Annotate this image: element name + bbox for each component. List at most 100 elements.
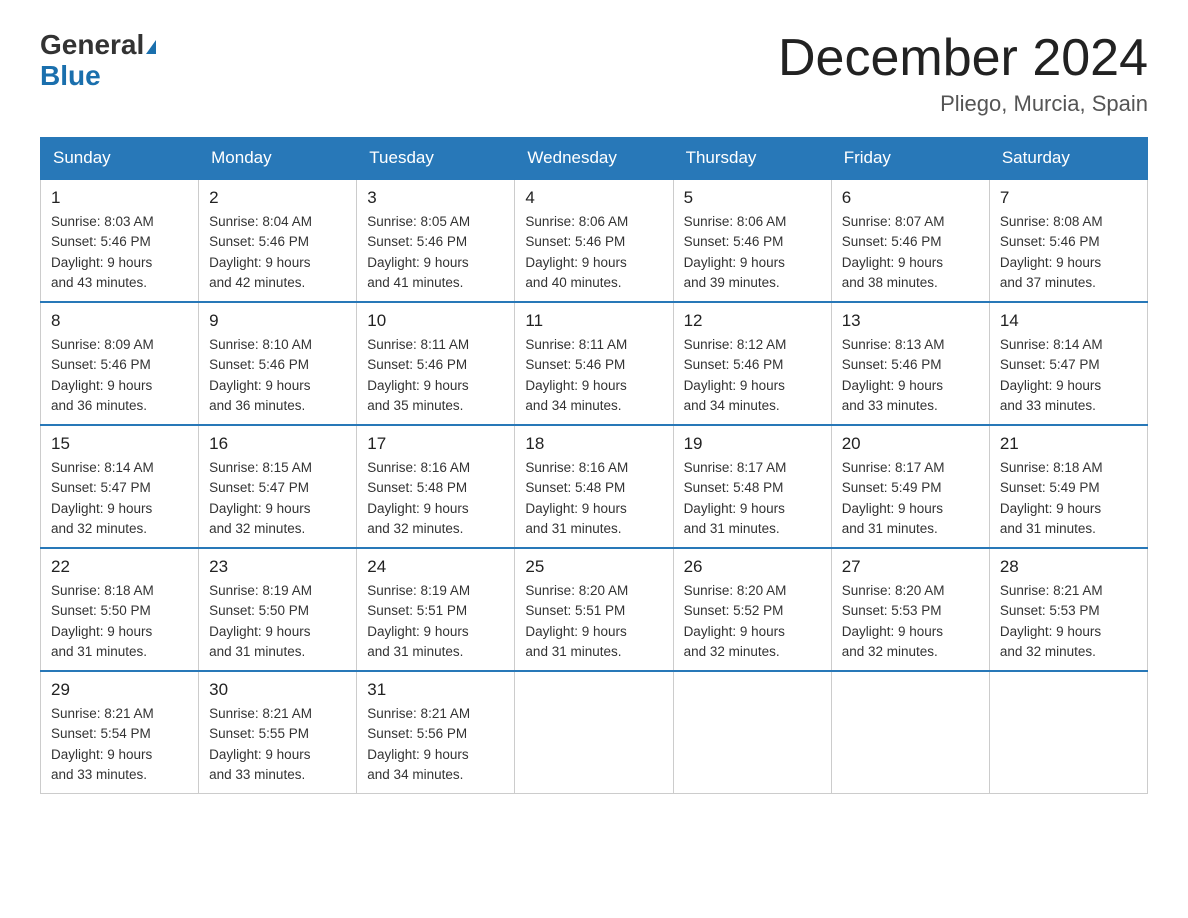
calendar-cell bbox=[989, 671, 1147, 794]
page-header: General Blue December 2024 Pliego, Murci… bbox=[40, 30, 1148, 117]
day-number: 30 bbox=[209, 680, 346, 700]
col-header-monday: Monday bbox=[199, 138, 357, 180]
calendar-cell: 17 Sunrise: 8:16 AM Sunset: 5:48 PM Dayl… bbox=[357, 425, 515, 548]
day-number: 17 bbox=[367, 434, 504, 454]
day-number: 20 bbox=[842, 434, 979, 454]
calendar-cell: 2 Sunrise: 8:04 AM Sunset: 5:46 PM Dayli… bbox=[199, 179, 357, 302]
calendar-cell: 28 Sunrise: 8:21 AM Sunset: 5:53 PM Dayl… bbox=[989, 548, 1147, 671]
day-number: 27 bbox=[842, 557, 979, 577]
day-number: 9 bbox=[209, 311, 346, 331]
day-info: Sunrise: 8:09 AM Sunset: 5:46 PM Dayligh… bbox=[51, 335, 188, 416]
calendar-cell: 27 Sunrise: 8:20 AM Sunset: 5:53 PM Dayl… bbox=[831, 548, 989, 671]
day-info: Sunrise: 8:04 AM Sunset: 5:46 PM Dayligh… bbox=[209, 212, 346, 293]
day-number: 5 bbox=[684, 188, 821, 208]
day-info: Sunrise: 8:20 AM Sunset: 5:53 PM Dayligh… bbox=[842, 581, 979, 662]
day-info: Sunrise: 8:17 AM Sunset: 5:48 PM Dayligh… bbox=[684, 458, 821, 539]
day-number: 24 bbox=[367, 557, 504, 577]
day-number: 25 bbox=[525, 557, 662, 577]
day-info: Sunrise: 8:20 AM Sunset: 5:52 PM Dayligh… bbox=[684, 581, 821, 662]
calendar-title: December 2024 bbox=[778, 30, 1148, 87]
logo: General Blue bbox=[40, 30, 156, 92]
calendar-cell: 18 Sunrise: 8:16 AM Sunset: 5:48 PM Dayl… bbox=[515, 425, 673, 548]
day-number: 28 bbox=[1000, 557, 1137, 577]
day-info: Sunrise: 8:10 AM Sunset: 5:46 PM Dayligh… bbox=[209, 335, 346, 416]
calendar-cell: 5 Sunrise: 8:06 AM Sunset: 5:46 PM Dayli… bbox=[673, 179, 831, 302]
calendar-cell: 16 Sunrise: 8:15 AM Sunset: 5:47 PM Dayl… bbox=[199, 425, 357, 548]
col-header-friday: Friday bbox=[831, 138, 989, 180]
day-info: Sunrise: 8:19 AM Sunset: 5:51 PM Dayligh… bbox=[367, 581, 504, 662]
col-header-saturday: Saturday bbox=[989, 138, 1147, 180]
logo-blue-text: Blue bbox=[40, 60, 101, 91]
calendar-cell bbox=[673, 671, 831, 794]
day-info: Sunrise: 8:20 AM Sunset: 5:51 PM Dayligh… bbox=[525, 581, 662, 662]
day-number: 8 bbox=[51, 311, 188, 331]
calendar-cell: 8 Sunrise: 8:09 AM Sunset: 5:46 PM Dayli… bbox=[41, 302, 199, 425]
day-info: Sunrise: 8:21 AM Sunset: 5:54 PM Dayligh… bbox=[51, 704, 188, 785]
day-number: 21 bbox=[1000, 434, 1137, 454]
day-info: Sunrise: 8:12 AM Sunset: 5:46 PM Dayligh… bbox=[684, 335, 821, 416]
calendar-cell: 15 Sunrise: 8:14 AM Sunset: 5:47 PM Dayl… bbox=[41, 425, 199, 548]
day-info: Sunrise: 8:05 AM Sunset: 5:46 PM Dayligh… bbox=[367, 212, 504, 293]
calendar-cell: 21 Sunrise: 8:18 AM Sunset: 5:49 PM Dayl… bbox=[989, 425, 1147, 548]
day-number: 19 bbox=[684, 434, 821, 454]
logo-triangle-icon bbox=[146, 40, 156, 54]
day-info: Sunrise: 8:07 AM Sunset: 5:46 PM Dayligh… bbox=[842, 212, 979, 293]
day-number: 15 bbox=[51, 434, 188, 454]
calendar-cell: 23 Sunrise: 8:19 AM Sunset: 5:50 PM Dayl… bbox=[199, 548, 357, 671]
calendar-table: SundayMondayTuesdayWednesdayThursdayFrid… bbox=[40, 137, 1148, 794]
calendar-cell: 14 Sunrise: 8:14 AM Sunset: 5:47 PM Dayl… bbox=[989, 302, 1147, 425]
calendar-cell: 26 Sunrise: 8:20 AM Sunset: 5:52 PM Dayl… bbox=[673, 548, 831, 671]
calendar-cell: 13 Sunrise: 8:13 AM Sunset: 5:46 PM Dayl… bbox=[831, 302, 989, 425]
day-info: Sunrise: 8:06 AM Sunset: 5:46 PM Dayligh… bbox=[684, 212, 821, 293]
day-number: 10 bbox=[367, 311, 504, 331]
day-info: Sunrise: 8:18 AM Sunset: 5:49 PM Dayligh… bbox=[1000, 458, 1137, 539]
day-number: 26 bbox=[684, 557, 821, 577]
calendar-week-row: 22 Sunrise: 8:18 AM Sunset: 5:50 PM Dayl… bbox=[41, 548, 1148, 671]
day-info: Sunrise: 8:21 AM Sunset: 5:55 PM Dayligh… bbox=[209, 704, 346, 785]
day-info: Sunrise: 8:18 AM Sunset: 5:50 PM Dayligh… bbox=[51, 581, 188, 662]
calendar-cell: 3 Sunrise: 8:05 AM Sunset: 5:46 PM Dayli… bbox=[357, 179, 515, 302]
calendar-cell: 7 Sunrise: 8:08 AM Sunset: 5:46 PM Dayli… bbox=[989, 179, 1147, 302]
day-info: Sunrise: 8:08 AM Sunset: 5:46 PM Dayligh… bbox=[1000, 212, 1137, 293]
day-info: Sunrise: 8:21 AM Sunset: 5:56 PM Dayligh… bbox=[367, 704, 504, 785]
day-number: 13 bbox=[842, 311, 979, 331]
calendar-week-row: 29 Sunrise: 8:21 AM Sunset: 5:54 PM Dayl… bbox=[41, 671, 1148, 794]
day-info: Sunrise: 8:16 AM Sunset: 5:48 PM Dayligh… bbox=[367, 458, 504, 539]
col-header-sunday: Sunday bbox=[41, 138, 199, 180]
day-info: Sunrise: 8:14 AM Sunset: 5:47 PM Dayligh… bbox=[1000, 335, 1137, 416]
calendar-cell: 29 Sunrise: 8:21 AM Sunset: 5:54 PM Dayl… bbox=[41, 671, 199, 794]
calendar-cell: 10 Sunrise: 8:11 AM Sunset: 5:46 PM Dayl… bbox=[357, 302, 515, 425]
day-number: 23 bbox=[209, 557, 346, 577]
calendar-cell bbox=[831, 671, 989, 794]
day-info: Sunrise: 8:17 AM Sunset: 5:49 PM Dayligh… bbox=[842, 458, 979, 539]
day-number: 7 bbox=[1000, 188, 1137, 208]
day-number: 12 bbox=[684, 311, 821, 331]
calendar-week-row: 8 Sunrise: 8:09 AM Sunset: 5:46 PM Dayli… bbox=[41, 302, 1148, 425]
calendar-cell: 4 Sunrise: 8:06 AM Sunset: 5:46 PM Dayli… bbox=[515, 179, 673, 302]
calendar-cell bbox=[515, 671, 673, 794]
calendar-cell: 6 Sunrise: 8:07 AM Sunset: 5:46 PM Dayli… bbox=[831, 179, 989, 302]
calendar-cell: 1 Sunrise: 8:03 AM Sunset: 5:46 PM Dayli… bbox=[41, 179, 199, 302]
day-number: 6 bbox=[842, 188, 979, 208]
day-info: Sunrise: 8:03 AM Sunset: 5:46 PM Dayligh… bbox=[51, 212, 188, 293]
calendar-header-row: SundayMondayTuesdayWednesdayThursdayFrid… bbox=[41, 138, 1148, 180]
calendar-cell: 11 Sunrise: 8:11 AM Sunset: 5:46 PM Dayl… bbox=[515, 302, 673, 425]
calendar-cell: 22 Sunrise: 8:18 AM Sunset: 5:50 PM Dayl… bbox=[41, 548, 199, 671]
calendar-cell: 25 Sunrise: 8:20 AM Sunset: 5:51 PM Dayl… bbox=[515, 548, 673, 671]
calendar-cell: 30 Sunrise: 8:21 AM Sunset: 5:55 PM Dayl… bbox=[199, 671, 357, 794]
calendar-week-row: 15 Sunrise: 8:14 AM Sunset: 5:47 PM Dayl… bbox=[41, 425, 1148, 548]
col-header-wednesday: Wednesday bbox=[515, 138, 673, 180]
day-info: Sunrise: 8:19 AM Sunset: 5:50 PM Dayligh… bbox=[209, 581, 346, 662]
day-number: 11 bbox=[525, 311, 662, 331]
col-header-thursday: Thursday bbox=[673, 138, 831, 180]
day-info: Sunrise: 8:16 AM Sunset: 5:48 PM Dayligh… bbox=[525, 458, 662, 539]
day-number: 18 bbox=[525, 434, 662, 454]
day-number: 22 bbox=[51, 557, 188, 577]
day-info: Sunrise: 8:13 AM Sunset: 5:46 PM Dayligh… bbox=[842, 335, 979, 416]
calendar-subtitle: Pliego, Murcia, Spain bbox=[778, 91, 1148, 117]
calendar-cell: 19 Sunrise: 8:17 AM Sunset: 5:48 PM Dayl… bbox=[673, 425, 831, 548]
day-info: Sunrise: 8:11 AM Sunset: 5:46 PM Dayligh… bbox=[367, 335, 504, 416]
day-info: Sunrise: 8:21 AM Sunset: 5:53 PM Dayligh… bbox=[1000, 581, 1137, 662]
day-number: 3 bbox=[367, 188, 504, 208]
calendar-cell: 9 Sunrise: 8:10 AM Sunset: 5:46 PM Dayli… bbox=[199, 302, 357, 425]
